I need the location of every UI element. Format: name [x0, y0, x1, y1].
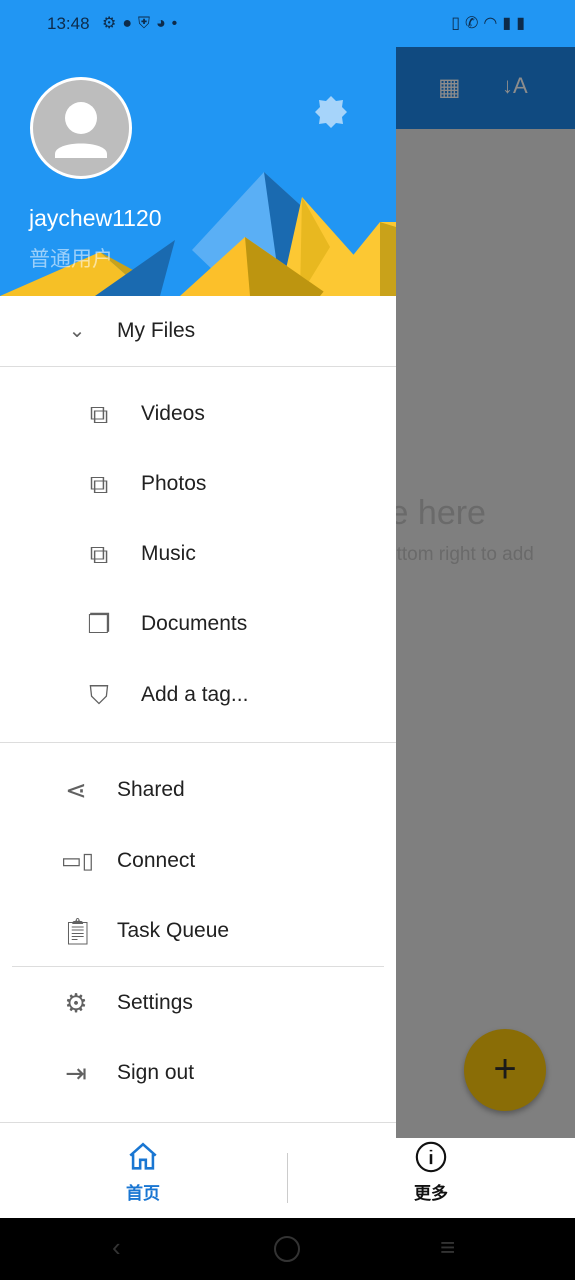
video-library-icon: ⧉: [89, 399, 109, 429]
add-fab-button[interactable]: +: [464, 1029, 546, 1111]
menu-documents[interactable]: ❐ Documents: [0, 591, 396, 657]
chevron-down-icon: ⌄: [68, 320, 86, 342]
status-right-icons: ▯✆◠▮▮: [451, 15, 530, 32]
navigation-drawer: jaychew1120 普通用户 ⌄ My Files ⧉ Videos ⧉ Pho…: [0, 0, 396, 1218]
music-library-icon: ⧉: [89, 539, 109, 569]
menu-label: My Files: [117, 319, 196, 342]
back-icon[interactable]: ‹: [112, 1232, 121, 1263]
menu-sign-out[interactable]: ⇥ Sign out: [0, 1040, 396, 1106]
tab-label: 更多: [414, 1184, 448, 1203]
theme-toggle-icon[interactable]: [314, 95, 348, 129]
tab-home[interactable]: 首页: [103, 1140, 183, 1204]
menu-music[interactable]: ⧉ Music: [0, 521, 396, 587]
info-icon: [415, 1141, 447, 1173]
menu-photos[interactable]: ⧉ Photos: [0, 451, 396, 517]
menu-label: Videos: [141, 402, 205, 425]
menu-label: Music: [141, 542, 196, 565]
clipboard-icon: 📋︎: [61, 916, 95, 946]
menu-task-queue[interactable]: 📋︎ Task Queue: [0, 898, 396, 964]
devices-icon: ▭▯: [61, 848, 94, 873]
system-nav-bar: ‹ ≡: [0, 1218, 575, 1280]
add-tag-icon: ⛉: [89, 680, 109, 710]
empty-title: le here: [396, 494, 486, 532]
status-bar: 13:48 ⚙●⛨◕• ▯✆◠▮▮: [0, 0, 575, 47]
user-role: 普通用户: [29, 248, 113, 271]
sort-icon[interactable]: ↓A: [502, 73, 528, 99]
menu-label: Settings: [117, 991, 193, 1014]
photo-library-icon: ⧉: [89, 469, 109, 499]
documents-icon: ❐: [87, 609, 111, 639]
home-button-icon[interactable]: [274, 1236, 300, 1262]
recents-icon[interactable]: ≡: [440, 1232, 455, 1263]
bottom-navigation: [0, 1122, 396, 1218]
divider: [0, 742, 396, 743]
menu-settings[interactable]: ⚙ Settings: [0, 970, 396, 1036]
empty-hint: ottom right to add: [396, 544, 534, 565]
menu-label: Add a tag...: [141, 683, 249, 706]
divider: [12, 966, 384, 967]
menu-shared[interactable]: ⋖ Shared: [0, 757, 396, 823]
status-time: 13:48: [47, 14, 90, 33]
divider: [0, 366, 396, 367]
gear-icon: ⚙: [64, 988, 88, 1018]
status-left-icons: ⚙●⛨◕•: [102, 15, 184, 32]
menu-add-tag[interactable]: ⛉ Add a tag...: [0, 662, 396, 728]
person-icon: [55, 102, 107, 158]
menu-connect[interactable]: ▭▯ Connect: [0, 828, 396, 894]
menu-label: Documents: [141, 612, 248, 635]
tab-label: 首页: [126, 1184, 160, 1203]
menu-label: Connect: [117, 849, 196, 872]
menu-label: Shared: [117, 778, 185, 801]
username: jaychew1120: [29, 205, 162, 231]
sign-out-icon: ⇥: [65, 1058, 87, 1088]
menu-videos[interactable]: ⧉ Videos: [0, 381, 396, 447]
divider: [287, 1153, 288, 1203]
menu-label: Task Queue: [117, 919, 230, 942]
share-icon: ⋖: [65, 775, 87, 805]
menu-my-files[interactable]: ⌄ My Files: [0, 298, 396, 364]
tab-more[interactable]: 更多: [391, 1140, 471, 1204]
app-bar: ▦ ↓A: [396, 47, 575, 129]
home-icon: [129, 1142, 157, 1170]
grid-view-icon[interactable]: ▦: [438, 73, 461, 102]
drawer-header: jaychew1120 普通用户: [0, 47, 396, 296]
menu-label: Sign out: [117, 1061, 195, 1084]
avatar[interactable]: [30, 77, 132, 179]
menu-label: Photos: [141, 472, 207, 495]
